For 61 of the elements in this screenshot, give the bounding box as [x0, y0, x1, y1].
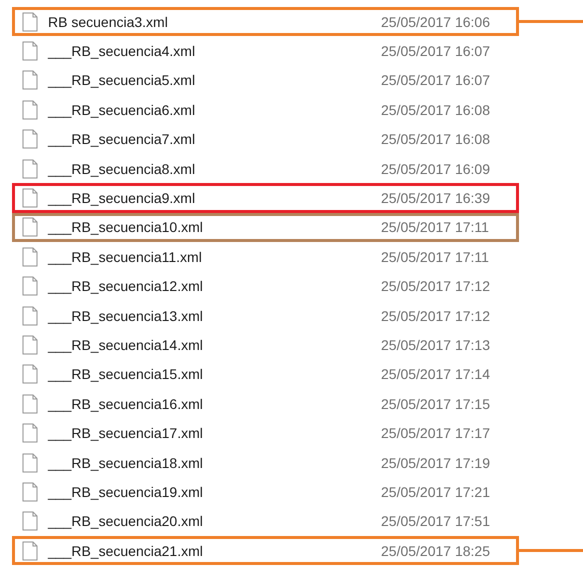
- file-name: ___RB_secuencia18.xml: [48, 454, 204, 471]
- file-icon: [22, 12, 38, 32]
- date-modified: 25/05/2017 17:17: [381, 425, 491, 442]
- file-icon: [22, 511, 38, 532]
- file-name: ___RB_secuencia11.xml: [48, 248, 203, 265]
- file-icon: [22, 129, 38, 150]
- highlighted-row[interactable]: ___RB_secuencia10.xml 25/05/2017 17:11: [12, 212, 519, 242]
- date-modified: 25/05/2017 16:06: [381, 14, 491, 30]
- file-icon: [22, 364, 38, 384]
- file-icon: [22, 482, 38, 502]
- file-name: ___RB_secuencia7.xml: [48, 131, 196, 148]
- date-modified: 25/05/2017 16:08: [381, 131, 491, 148]
- file-name: ___RB_secuencia16.xml: [48, 396, 204, 412]
- file-name: ___RB_secuencia9.xml: [48, 190, 196, 206]
- highlighted-row[interactable]: RB secuencia3.xml 25/05/2017 16:06: [12, 7, 519, 36]
- date-modified: 25/05/2017 16:07: [381, 43, 491, 60]
- file-icon: [22, 452, 38, 473]
- file-icon: [22, 394, 38, 414]
- file-icon: [22, 70, 38, 90]
- file-name: ___RB_secuencia21.xml: [48, 542, 204, 559]
- date-modified: 25/05/2017 17:13: [381, 336, 491, 353]
- file-icon: [22, 217, 38, 238]
- date-modified: 25/05/2017 17:12: [381, 308, 491, 324]
- date-modified: 25/05/2017 17:12: [381, 278, 491, 294]
- file-name: ___RB_secuencia5.xml: [48, 72, 196, 88]
- highlighted-row[interactable]: ___RB_secuencia9.xml 25/05/2017 16:39: [12, 183, 519, 213]
- date-modified: 25/05/2017 17:51: [381, 513, 491, 530]
- date-modified: 25/05/2017 16:07: [381, 72, 491, 88]
- date-modified: 25/05/2017 17:11: [381, 248, 490, 265]
- date-modified: 25/05/2017 17:19: [381, 454, 491, 471]
- file-name: ___RB_secuencia8.xml: [48, 160, 196, 177]
- file-name: ___RB_secuencia14.xml: [48, 336, 204, 353]
- file-icon: [22, 540, 38, 561]
- file-name: ___RB_secuencia13.xml: [48, 308, 204, 324]
- file-icon: [22, 100, 38, 120]
- file-icon: [22, 276, 38, 296]
- date-modified: 25/05/2017 17:21: [381, 484, 491, 500]
- file-name: ___RB_secuencia12.xml: [48, 278, 204, 294]
- file-icon: [22, 306, 38, 326]
- file-name: ___RB_secuencia6.xml: [48, 102, 196, 118]
- date-modified: 25/05/2017 16:39: [381, 190, 491, 206]
- date-modified: 25/05/2017 17:11: [381, 219, 490, 236]
- date-modified: 25/05/2017 17:14: [381, 366, 491, 382]
- file-icon: [22, 158, 38, 179]
- date-modified: 25/05/2017 16:08: [381, 102, 491, 118]
- file-icon: [22, 41, 38, 62]
- file-name: ___RB_secuencia20.xml: [48, 513, 204, 530]
- highlighted-row[interactable]: ___RB_secuencia21.xml 25/05/2017 18:25: [12, 536, 519, 566]
- file-icon: [22, 188, 38, 208]
- date-modified: 25/05/2017 17:15: [381, 396, 491, 412]
- file-name: ___RB_secuencia19.xml: [48, 484, 204, 500]
- file-icon: [22, 334, 38, 355]
- file-name: ___RB_secuencia4.xml: [48, 43, 196, 60]
- file-name: RB secuencia3.xml: [48, 14, 169, 30]
- file-icon: [22, 246, 38, 267]
- file-icon: [22, 423, 38, 444]
- file-name: ___RB_secuencia10.xml: [48, 219, 204, 236]
- date-modified: 25/05/2017 18:25: [381, 542, 491, 559]
- date-modified: 25/05/2017 16:09: [381, 160, 491, 177]
- file-name: ___RB_secuencia15.xml: [48, 366, 204, 382]
- file-name: ___RB_secuencia17.xml: [48, 425, 204, 442]
